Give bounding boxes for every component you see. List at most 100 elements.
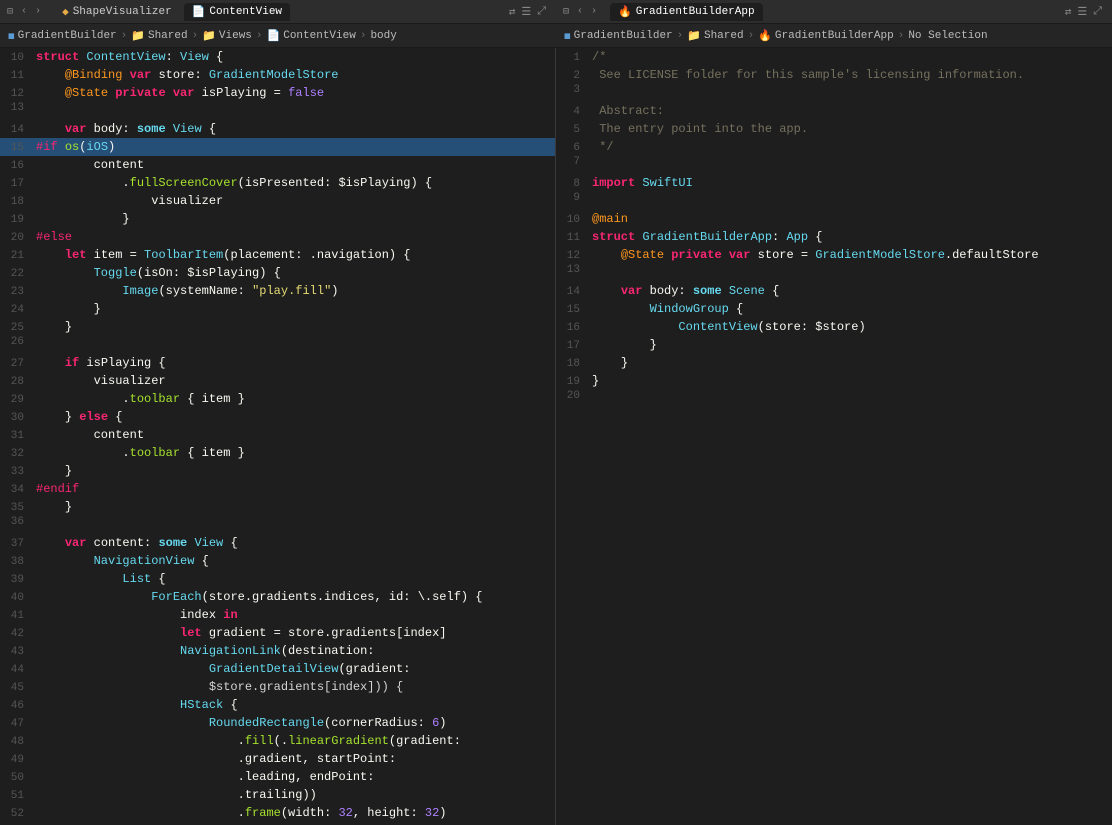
left-editor-controls: ⇄ ☰ ⤢ — [509, 5, 552, 19]
bc-icon-left: ◼ — [8, 29, 15, 43]
code-line: 37 var content: some View { — [0, 534, 555, 552]
code-area-right[interactable]: 1/*2 See LICENSE folder for this sample'… — [556, 48, 1112, 825]
line-content: import SwiftUI — [592, 174, 1104, 192]
code-line: 48 .fill(.linearGradient(gradient: — [0, 732, 555, 750]
code-line: 7 — [556, 156, 1112, 174]
code-line: 43 NavigationLink(destination: — [0, 642, 555, 660]
left-nav-fwd[interactable]: › — [32, 5, 44, 18]
line-number: 10 — [0, 52, 36, 64]
line-number: 43 — [0, 646, 36, 658]
line-content: .trailing)) — [36, 786, 547, 804]
code-line: 12 @State private var isPlaying = false — [0, 84, 555, 102]
bc-right-shared[interactable]: Shared — [704, 30, 744, 42]
line-content: */ — [592, 138, 1104, 156]
line-number: 48 — [0, 736, 36, 748]
line-number: 22 — [0, 268, 36, 280]
breadcrumb-left: ◼ GradientBuilder › 📁 Shared › 📁 Views ›… — [0, 24, 556, 48]
line-content: @State private var isPlaying = false — [36, 84, 547, 102]
tab-contentview-label: ContentView — [209, 6, 282, 18]
line-number: 13 — [556, 264, 592, 276]
bc-left-gradientbuilder[interactable]: GradientBuilder — [18, 30, 117, 42]
line-number: 45 — [0, 682, 36, 694]
line-content: See LICENSE folder for this sample's lic… — [592, 66, 1104, 84]
code-line: 42 let gradient = store.gradients[index] — [0, 624, 555, 642]
code-area-left[interactable]: 10struct ContentView: View {11 @Binding … — [0, 48, 555, 825]
line-number: 11 — [0, 70, 36, 82]
line-content: } — [592, 372, 1104, 390]
code-line: 50 .leading, endPoint: — [0, 768, 555, 786]
code-line: 28 visualizer — [0, 372, 555, 390]
line-number: 30 — [0, 412, 36, 424]
code-line: 27 if isPlaying { — [0, 354, 555, 372]
code-line: 14 var body: some View { — [0, 120, 555, 138]
code-line: 39 List { — [0, 570, 555, 588]
tab-bar-left: ⊟ ‹ › ◆ ShapeVisualizer 📄 ContentView ⇄ … — [0, 0, 556, 24]
line-content: content — [36, 426, 547, 444]
right-fullscreen-icon[interactable]: ⤢ — [1093, 6, 1102, 18]
right-editor-controls: ⇄ ☰ ⤢ — [1065, 5, 1108, 19]
line-content: let gradient = store.gradients[index] — [36, 624, 547, 642]
line-number: 39 — [0, 574, 36, 586]
left-split-icon[interactable]: ⊟ — [4, 5, 16, 19]
tab-gradientbuilderapp[interactable]: 🔥 GradientBuilderApp — [610, 3, 763, 21]
code-line: 14 var body: some Scene { — [556, 282, 1112, 300]
bc-sep-1: › — [121, 30, 128, 42]
right-split-horizontal-icon[interactable]: ⇄ — [1065, 5, 1072, 19]
code-line: 17 } — [556, 336, 1112, 354]
code-line: 5 The entry point into the app. — [556, 120, 1112, 138]
code-line: 25 } — [0, 318, 555, 336]
code-line: 23 Image(systemName: "play.fill") — [0, 282, 555, 300]
line-number: 47 — [0, 718, 36, 730]
line-content: } — [36, 462, 547, 480]
code-line: 8import SwiftUI — [556, 174, 1112, 192]
code-line: 15 WindowGroup { — [556, 300, 1112, 318]
right-split-icon[interactable]: ⊟ — [560, 5, 572, 19]
bc-left-body[interactable]: body — [370, 30, 396, 42]
bc-right-noselection: No Selection — [908, 30, 987, 42]
code-line: 3 — [556, 84, 1112, 102]
bc-left-shared[interactable]: Shared — [148, 30, 188, 42]
line-number: 3 — [556, 84, 592, 96]
line-number: 12 — [0, 88, 36, 100]
line-content: index in — [36, 606, 547, 624]
line-content: .toolbar { item } — [36, 390, 547, 408]
line-content: @Binding var store: GradientModelStore — [36, 66, 547, 84]
code-line: 41 index in — [0, 606, 555, 624]
left-window-controls: ⊟ ‹ › — [4, 5, 44, 19]
code-line: 21 let item = ToolbarItem(placement: .na… — [0, 246, 555, 264]
line-number: 10 — [556, 214, 592, 226]
code-line: 30 } else { — [0, 408, 555, 426]
line-number: 37 — [0, 538, 36, 550]
bc-left-contentview[interactable]: ContentView — [283, 30, 356, 42]
left-nav-back[interactable]: ‹ — [18, 5, 30, 18]
line-content: @State private var store = GradientModel… — [592, 246, 1104, 264]
bc-right-gradientbuilder[interactable]: GradientBuilder — [574, 30, 673, 42]
code-line: 26 — [0, 336, 555, 354]
code-line: 20 — [556, 390, 1112, 408]
line-content: if isPlaying { — [36, 354, 547, 372]
bc-right-gradientbuilderapp[interactable]: GradientBuilderApp — [775, 30, 894, 42]
line-number: 38 — [0, 556, 36, 568]
bc-left-views[interactable]: Views — [219, 30, 252, 42]
tab-shapevisualizer[interactable]: ◆ ShapeVisualizer — [54, 3, 180, 21]
tab-bars: ⊟ ‹ › ◆ ShapeVisualizer 📄 ContentView ⇄ … — [0, 0, 1112, 24]
tab-contentview[interactable]: 📄 ContentView — [184, 3, 290, 21]
left-split-horizontal-icon[interactable]: ⇄ — [509, 5, 516, 19]
line-number: 2 — [556, 70, 592, 82]
line-content: var body: some Scene { — [592, 282, 1104, 300]
line-number: 8 — [556, 178, 592, 190]
line-number: 42 — [0, 628, 36, 640]
line-number: 29 — [0, 394, 36, 406]
line-number: 11 — [556, 232, 592, 244]
line-content: #if os(iOS) — [36, 138, 547, 156]
right-nav-back[interactable]: ‹ — [574, 5, 586, 18]
right-nav-fwd[interactable]: › — [588, 5, 600, 18]
bc-icon-right: ◼ — [564, 29, 571, 43]
right-split-vertical-icon[interactable]: ☰ — [1077, 5, 1087, 19]
code-line: 31 content — [0, 426, 555, 444]
line-content: #endif — [36, 480, 547, 498]
left-split-vertical-icon[interactable]: ☰ — [521, 5, 531, 19]
line-content: NavigationLink(destination: — [36, 642, 547, 660]
line-content: RoundedRectangle(cornerRadius: 6) — [36, 714, 547, 732]
left-fullscreen-icon[interactable]: ⤢ — [537, 6, 546, 18]
